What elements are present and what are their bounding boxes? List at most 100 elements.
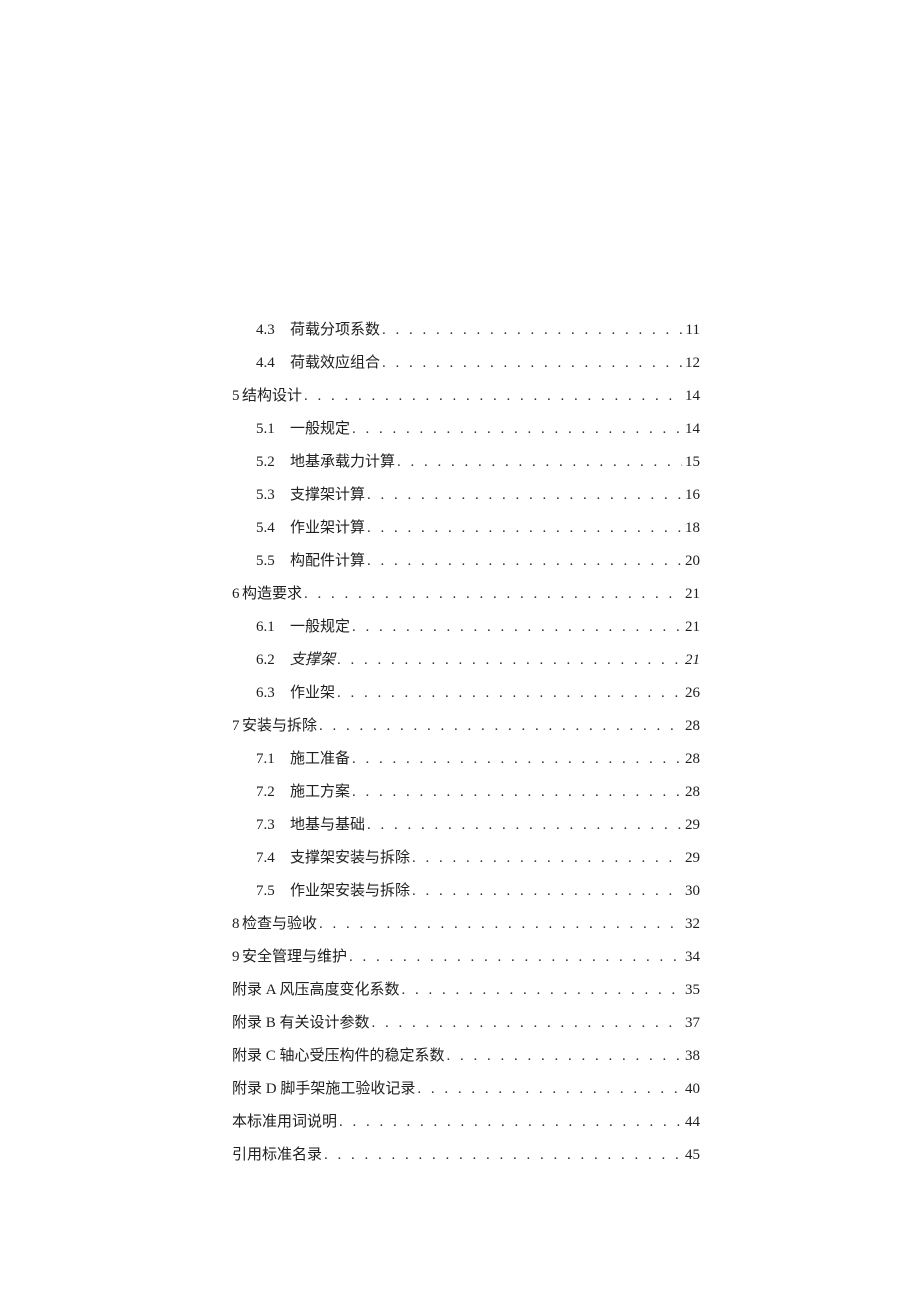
toc-entry-label: 支撑架 bbox=[290, 650, 335, 671]
toc-entry-number: 5.2 bbox=[256, 452, 290, 473]
toc-entry-leader: . . . . . . . . . . . . . . . . . . . . … bbox=[365, 815, 682, 836]
toc-entry-number: 7.2 bbox=[256, 782, 290, 803]
toc-entry-label: 构配件计算 bbox=[290, 551, 365, 572]
toc-entry-leader: . . . . . . . . . . . . . . . . . . . . … bbox=[380, 353, 682, 374]
toc-entry-number: 7.1 bbox=[256, 749, 290, 770]
toc-entry-label: 施工方案 bbox=[290, 782, 350, 803]
toc-entry: 9安全管理与维护. . . . . . . . . . . . . . . . … bbox=[232, 947, 700, 968]
toc-entry-leader: . . . . . . . . . . . . . . . . . . . . … bbox=[337, 1112, 682, 1133]
toc-entry: 7.5 作业架安装与拆除. . . . . . . . . . . . . . … bbox=[256, 881, 700, 902]
toc-entry: 附录 A 风压高度变化系数. . . . . . . . . . . . . .… bbox=[232, 980, 700, 1001]
toc-entry: 本标准用词说明. . . . . . . . . . . . . . . . .… bbox=[232, 1112, 700, 1133]
toc-entry-number: 8 bbox=[232, 914, 242, 935]
toc-entry-page: 11 bbox=[682, 320, 700, 341]
toc-entry: 5.3 支撑架计算. . . . . . . . . . . . . . . .… bbox=[256, 485, 700, 506]
toc-entry-page: 35 bbox=[682, 980, 700, 1001]
toc-entry-number: 6.1 bbox=[256, 617, 290, 638]
toc-entry: 5结构设计. . . . . . . . . . . . . . . . . .… bbox=[232, 386, 700, 407]
toc-entry-number: 7.3 bbox=[256, 815, 290, 836]
toc-entry-page: 32 bbox=[682, 914, 700, 935]
toc-entry-label: 支撑架计算 bbox=[290, 485, 365, 506]
toc-entry-leader: . . . . . . . . . . . . . . . . . . . . … bbox=[370, 1013, 682, 1034]
toc-entry-page: 45 bbox=[682, 1145, 700, 1166]
toc-entry-page: 44 bbox=[682, 1112, 700, 1133]
toc-entry-number: 7.4 bbox=[256, 848, 290, 869]
toc-entry-page: 26 bbox=[682, 683, 700, 704]
toc-entry-label: 结构设计 bbox=[242, 386, 302, 407]
toc-entry-number: 6.2 bbox=[256, 650, 290, 671]
toc-entry-leader: . . . . . . . . . . . . . . . . . . . . … bbox=[302, 386, 682, 407]
toc-entry: 引用标准名录. . . . . . . . . . . . . . . . . … bbox=[232, 1145, 700, 1166]
toc-entry: 7.1 施工准备. . . . . . . . . . . . . . . . … bbox=[256, 749, 700, 770]
toc-entry-leader: . . . . . . . . . . . . . . . . . . . . … bbox=[395, 452, 682, 473]
toc-entry-leader: . . . . . . . . . . . . . . . . . . . . … bbox=[322, 1145, 682, 1166]
toc-entry-label: 构造要求 bbox=[242, 584, 302, 605]
toc-entry-page: 29 bbox=[682, 848, 700, 869]
toc-entry-label: 引用标准名录 bbox=[232, 1145, 322, 1166]
toc-entry-page: 28 bbox=[682, 716, 700, 737]
toc-entry-leader: . . . . . . . . . . . . . . . . . . . . … bbox=[302, 584, 682, 605]
toc-entry-number: 9 bbox=[232, 947, 242, 968]
toc-entry-page: 37 bbox=[682, 1013, 700, 1034]
toc-entry-label: 检查与验收 bbox=[242, 914, 317, 935]
toc-entry-page: 34 bbox=[682, 947, 700, 968]
toc-entry-leader: . . . . . . . . . . . . . . . . . . . . … bbox=[410, 848, 682, 869]
toc-entry-label: 作业架计算 bbox=[290, 518, 365, 539]
toc-entry: 附录 C 轴心受压构件的稳定系数. . . . . . . . . . . . … bbox=[232, 1046, 700, 1067]
toc-entry-label: 施工准备 bbox=[290, 749, 350, 770]
toc-entry: 5.4 作业架计算. . . . . . . . . . . . . . . .… bbox=[256, 518, 700, 539]
toc-entry-page: 21 bbox=[682, 584, 700, 605]
toc-entry-page: 12 bbox=[682, 353, 700, 374]
toc-entry: 7.2 施工方案. . . . . . . . . . . . . . . . … bbox=[256, 782, 700, 803]
toc-entry-number: 4.4 bbox=[256, 353, 290, 374]
toc-entry-leader: . . . . . . . . . . . . . . . . . . . . … bbox=[400, 980, 682, 1001]
toc-entry: 6构造要求. . . . . . . . . . . . . . . . . .… bbox=[232, 584, 700, 605]
toc-entry-page: 21 bbox=[682, 617, 700, 638]
toc-entry-leader: . . . . . . . . . . . . . . . . . . . . … bbox=[410, 881, 682, 902]
toc-entry: 8检查与验收. . . . . . . . . . . . . . . . . … bbox=[232, 914, 700, 935]
toc-entry-number: 6 bbox=[232, 584, 242, 605]
toc-entry: 5.2地基承载力计算. . . . . . . . . . . . . . . … bbox=[256, 452, 700, 473]
toc-entry-label: 安全管理与维护 bbox=[242, 947, 347, 968]
toc-entry-leader: . . . . . . . . . . . . . . . . . . . . … bbox=[365, 551, 682, 572]
toc-entry-page: 30 bbox=[682, 881, 700, 902]
toc-entry: 6.1 一般规定. . . . . . . . . . . . . . . . … bbox=[256, 617, 700, 638]
toc-entry-label: 荷载分项系数 bbox=[290, 320, 380, 341]
toc-page: 4.3 荷载分项系数. . . . . . . . . . . . . . . … bbox=[0, 0, 920, 1166]
toc-entry-leader: . . . . . . . . . . . . . . . . . . . . … bbox=[365, 485, 682, 506]
toc-entry-label: 本标准用词说明 bbox=[232, 1112, 337, 1133]
toc-entry-leader: . . . . . . . . . . . . . . . . . . . . … bbox=[317, 914, 682, 935]
toc-entry-page: 28 bbox=[682, 782, 700, 803]
toc-entry-number: 7 bbox=[232, 716, 242, 737]
toc-entry-label: 一般规定 bbox=[290, 617, 350, 638]
toc-entry-number: 7.5 bbox=[256, 881, 290, 902]
toc-entry-leader: . . . . . . . . . . . . . . . . . . . . … bbox=[415, 1079, 682, 1100]
toc-entry: 5.5 构配件计算. . . . . . . . . . . . . . . .… bbox=[256, 551, 700, 572]
toc-entry-label: 附录 B 有关设计参数 bbox=[232, 1013, 370, 1034]
toc-entry: 6.3 作业架. . . . . . . . . . . . . . . . .… bbox=[256, 683, 700, 704]
toc-entry-page: 14 bbox=[682, 419, 700, 440]
toc-entry-label: 地基与基础 bbox=[290, 815, 365, 836]
toc-entry-number: 5.4 bbox=[256, 518, 290, 539]
toc-entry-number: 4.3 bbox=[256, 320, 290, 341]
toc-entry-page: 28 bbox=[682, 749, 700, 770]
toc-entry-page: 29 bbox=[682, 815, 700, 836]
toc-entry: 7.4 支撑架安装与拆除. . . . . . . . . . . . . . … bbox=[256, 848, 700, 869]
toc-entry-page: 14 bbox=[682, 386, 700, 407]
toc-entry-page: 38 bbox=[682, 1046, 700, 1067]
toc-entry-label: 地基承载力计算 bbox=[290, 452, 395, 473]
toc-entry-label: 支撑架安装与拆除 bbox=[290, 848, 410, 869]
toc-entry-page: 18 bbox=[682, 518, 700, 539]
toc-entry-leader: . . . . . . . . . . . . . . . . . . . . … bbox=[350, 419, 682, 440]
toc-entry: 5.1一般规定. . . . . . . . . . . . . . . . .… bbox=[256, 419, 700, 440]
toc-entry-number: 5.5 bbox=[256, 551, 290, 572]
toc-entry: 4.3 荷载分项系数. . . . . . . . . . . . . . . … bbox=[256, 320, 700, 341]
toc-entry-label: 附录 D 脚手架施工验收记录 bbox=[232, 1079, 415, 1100]
toc-entry-label: 荷载效应组合 bbox=[290, 353, 380, 374]
toc-entry-number: 5.3 bbox=[256, 485, 290, 506]
toc-entry-leader: . . . . . . . . . . . . . . . . . . . . … bbox=[335, 683, 682, 704]
toc-entry-page: 40 bbox=[682, 1079, 700, 1100]
toc-entry-label: 一般规定 bbox=[290, 419, 350, 440]
toc-entry-label: 附录 C 轴心受压构件的稳定系数 bbox=[232, 1046, 445, 1067]
toc-entry-label: 附录 A 风压高度变化系数 bbox=[232, 980, 400, 1001]
